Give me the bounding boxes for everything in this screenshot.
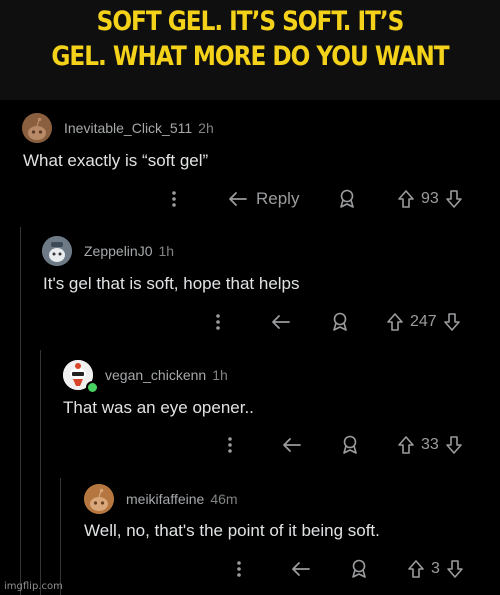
more-vertical-icon: [172, 191, 176, 207]
upvote-icon[interactable]: [407, 559, 425, 579]
username[interactable]: meikifaffeine: [126, 491, 204, 507]
reply-button[interactable]: Reply: [228, 184, 299, 214]
comment-actions: Reply 93: [0, 184, 500, 214]
downvote-icon[interactable]: [443, 312, 461, 332]
award-button[interactable]: [337, 184, 357, 214]
vote-controls: 247: [386, 307, 461, 337]
snoo-custom-avatar-icon[interactable]: [42, 236, 72, 266]
username[interactable]: Inevitable_Click_511: [64, 120, 192, 136]
more-options-button[interactable]: [224, 430, 236, 460]
comment-meta: Inevitable_Click_511 2h: [22, 113, 214, 143]
downvote-icon[interactable]: [445, 189, 463, 209]
award-button[interactable]: [330, 307, 350, 337]
timestamp: 46m: [210, 491, 238, 507]
snoo-default-avatar-icon[interactable]: [84, 484, 114, 514]
comment-meta: ZeppelinJ0 1h: [42, 236, 174, 266]
vote-count: 33: [421, 436, 439, 453]
upvote-icon[interactable]: [397, 189, 415, 209]
thread-rail-1[interactable]: [20, 227, 21, 595]
more-vertical-icon: [237, 561, 241, 577]
more-vertical-icon: [216, 314, 220, 330]
award-icon: [333, 312, 347, 331]
downvote-icon[interactable]: [445, 435, 463, 455]
comment-actions: 3: [0, 554, 500, 584]
more-options-button[interactable]: [233, 554, 245, 584]
timestamp: 1h: [212, 367, 228, 383]
vote-count: 93: [421, 190, 439, 207]
watermark: imgflip.com: [4, 581, 63, 592]
downvote-icon[interactable]: [446, 559, 464, 579]
comment-meta: vegan_chickenn 1h: [63, 360, 228, 394]
award-icon: [343, 435, 357, 454]
meme-caption: SOFT GEL. IT’S SOFT. IT’S GEL. WHAT MORE…: [35, 4, 465, 74]
comment-actions: 247: [0, 307, 500, 337]
reply-arrow-icon: [283, 438, 301, 452]
snoo-custom-avatar-icon[interactable]: [63, 360, 99, 394]
comment-meta: meikifaffeine 46m: [84, 484, 238, 514]
reply-label: Reply: [256, 189, 300, 208]
vote-count: 3: [431, 560, 440, 577]
more-vertical-icon: [228, 437, 232, 453]
award-icon: [352, 559, 366, 578]
caption-line-2: GEL. WHAT MORE DO YOU WANT: [51, 41, 449, 72]
timestamp: 2h: [198, 120, 214, 136]
username[interactable]: ZeppelinJ0: [84, 243, 153, 259]
reply-arrow-icon: [292, 562, 310, 576]
vote-count: 247: [410, 313, 437, 330]
comment-thread: Inevitable_Click_511 2h What exactly is …: [0, 100, 500, 595]
more-options-button[interactable]: [212, 307, 224, 337]
reply-arrow-icon: [229, 192, 247, 206]
comment-body: It's gel that is soft, hope that helps: [43, 274, 300, 293]
upvote-icon[interactable]: [386, 312, 404, 332]
award-button[interactable]: [349, 554, 369, 584]
vote-controls: 3: [407, 554, 464, 584]
online-status-indicator: [86, 381, 99, 394]
reply-arrow-icon: [272, 315, 290, 329]
snoo-default-avatar-icon[interactable]: [22, 113, 52, 143]
upvote-icon[interactable]: [397, 435, 415, 455]
award-icon: [340, 189, 354, 208]
comment-body: That was an eye opener..: [63, 398, 254, 417]
timestamp: 1h: [158, 243, 175, 259]
caption-line-1: SOFT GEL. IT’S SOFT. IT’S: [96, 6, 405, 37]
more-options-button[interactable]: [168, 184, 180, 214]
reply-button[interactable]: [271, 307, 291, 337]
reply-button[interactable]: [282, 430, 302, 460]
comment-actions: 33: [0, 430, 500, 460]
username[interactable]: vegan_chickenn: [105, 367, 206, 383]
vote-controls: 93: [397, 184, 463, 214]
comment-body: Well, no, that's the point of it being s…: [84, 521, 380, 540]
comment-body: What exactly is “soft gel”: [23, 151, 209, 170]
vote-controls: 33: [397, 430, 463, 460]
reply-button[interactable]: [291, 554, 311, 584]
award-button[interactable]: [340, 430, 360, 460]
